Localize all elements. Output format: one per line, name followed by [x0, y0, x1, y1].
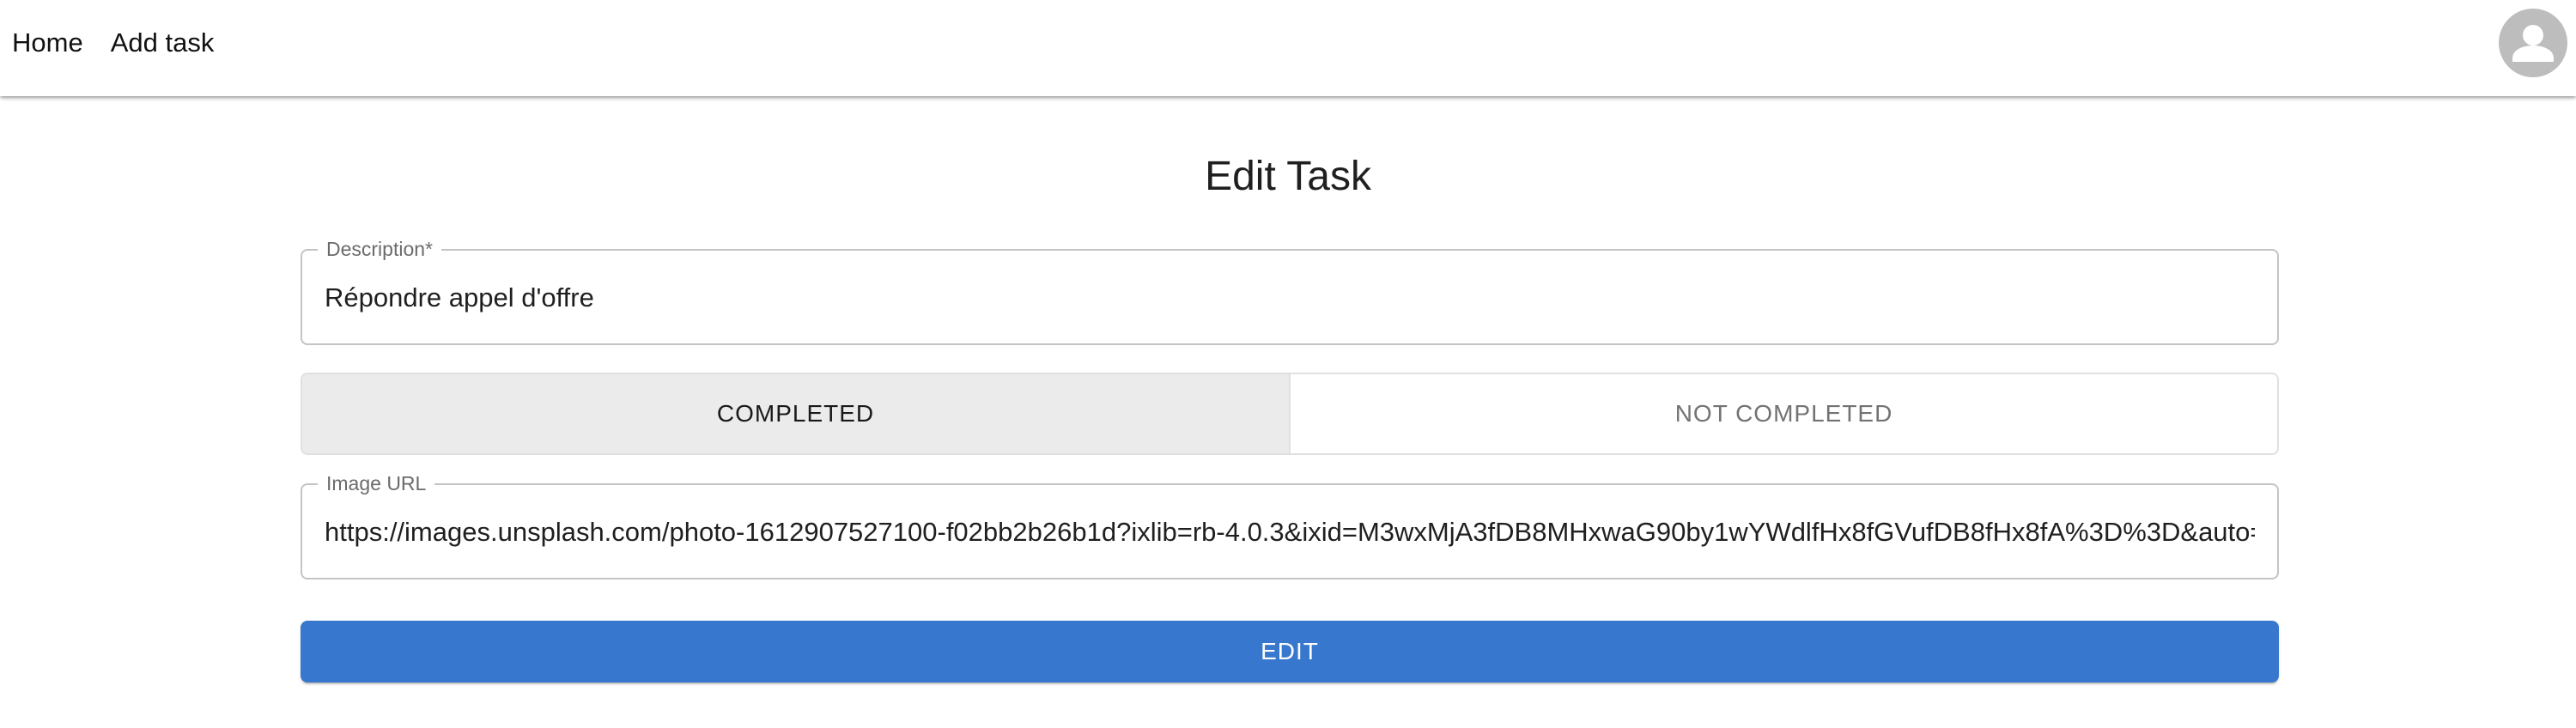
not-completed-toggle-button[interactable]: NOT COMPLETED	[1291, 374, 2277, 453]
completion-toggle-group: COMPLETED NOT COMPLETED	[301, 373, 2279, 455]
nav-add-task-link[interactable]: Add task	[111, 27, 215, 59]
description-label: Description*	[318, 237, 441, 261]
account-circle-icon[interactable]	[2499, 9, 2567, 77]
required-marker: *	[425, 238, 433, 260]
nav-home-link[interactable]: Home	[12, 27, 83, 59]
person-icon	[2512, 25, 2554, 62]
image-url-field[interactable]: Image URL	[301, 471, 2279, 579]
image-url-input[interactable]	[325, 514, 2255, 550]
description-field[interactable]: Description*	[301, 237, 2279, 345]
image-url-label: Image URL	[318, 471, 435, 495]
edit-button[interactable]: EDIT	[301, 621, 2279, 682]
description-label-text: Description	[326, 238, 426, 260]
app-bar: Home Add task	[0, 0, 2576, 96]
description-input[interactable]	[325, 280, 2255, 316]
main-nav: Home Add task	[12, 27, 214, 59]
page-title: Edit Task	[1205, 154, 1371, 199]
completed-toggle-button[interactable]: COMPLETED	[302, 374, 1291, 453]
